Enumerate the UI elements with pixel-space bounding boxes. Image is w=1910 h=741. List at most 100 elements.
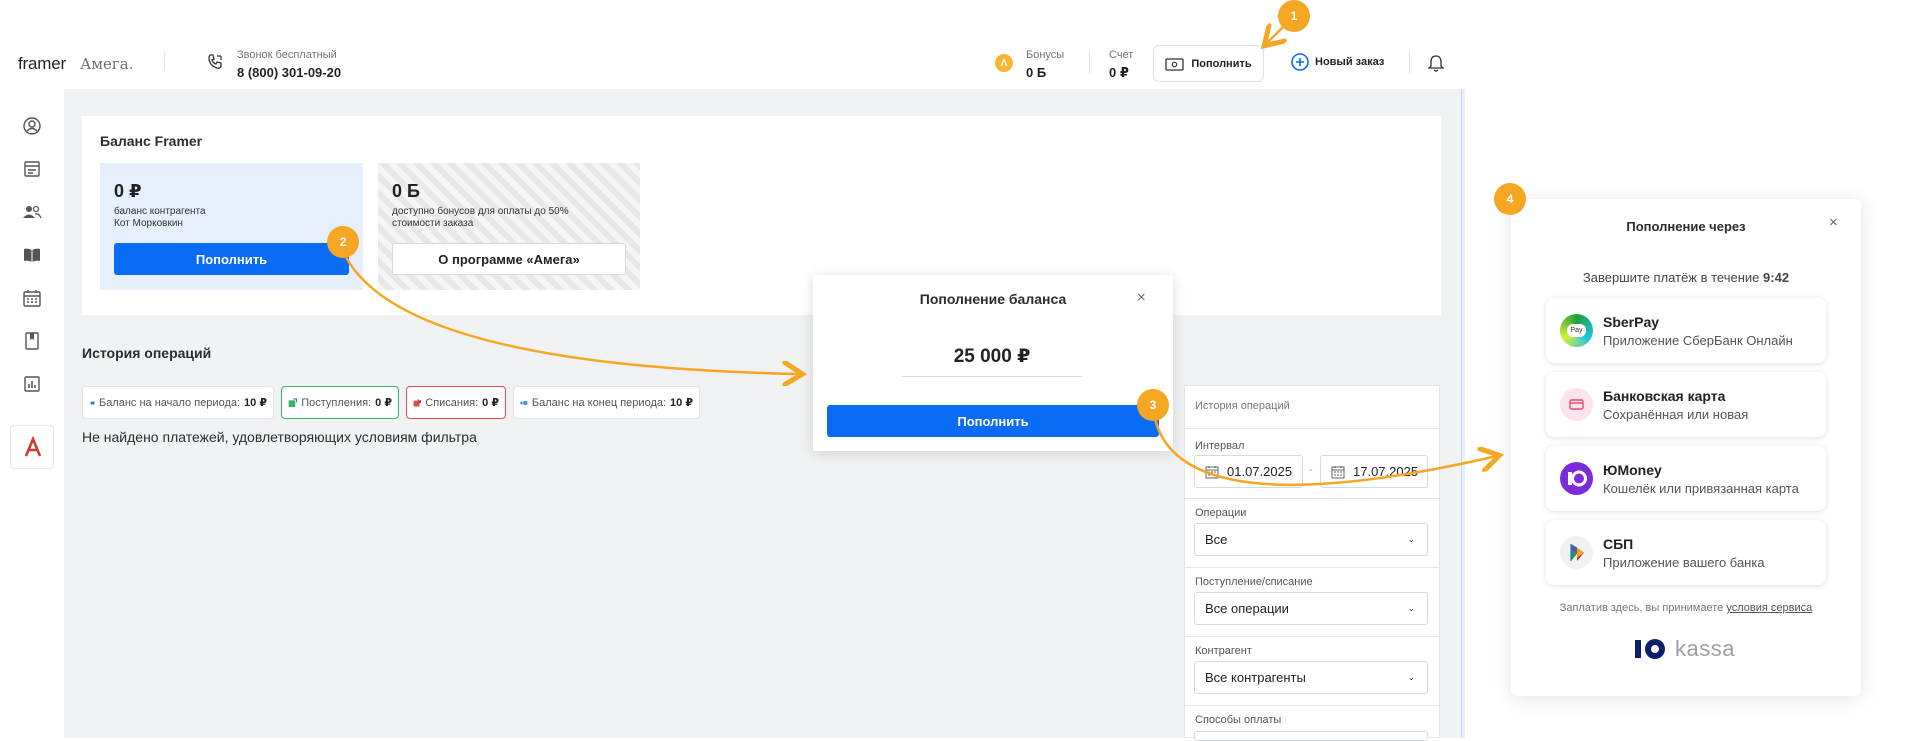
framer-logo[interactable]: framer <box>18 54 66 74</box>
pay-method-sberpay[interactable]: Pay SberPay Приложение СберБанк Онлайн <box>1546 298 1826 363</box>
sberpay-icon: Pay <box>1560 314 1593 347</box>
book-icon[interactable] <box>22 245 42 265</box>
plus-circle-icon <box>1291 53 1309 71</box>
pay-method-title: SberPay <box>1603 314 1660 330</box>
pay-method-yoomoney[interactable]: ЮMoney Кошелёк или привязанная карта <box>1546 446 1826 511</box>
modal-title: Пополнение баланса <box>919 291 1067 307</box>
panel-divider <box>1461 89 1465 738</box>
payment-methods-select[interactable] <box>1194 731 1428 741</box>
calendar-icon <box>1331 466 1345 479</box>
contractor-name: Кот Морковкин <box>114 218 183 229</box>
interval-label: Интервал <box>1195 440 1245 452</box>
bonus-balance-desc: доступно бонусов для оплаты до 50% <box>392 206 569 217</box>
history-title: История операций <box>82 345 212 361</box>
close-icon[interactable]: × <box>1137 289 1146 306</box>
payment-widget: Пополнение через × Завершите платёж в те… <box>1511 199 1861 696</box>
amount-input[interactable]: 25 000 ₽ <box>902 342 1082 377</box>
close-icon[interactable]: × <box>1829 214 1838 231</box>
timer-value: 9:42 <box>1763 270 1790 285</box>
pay-method-title: СБП <box>1603 536 1634 552</box>
contractor-topup-button[interactable]: Пополнить <box>114 243 349 275</box>
payment-timer: Завершите платёж в течение 9:42 <box>1511 270 1861 285</box>
pay-method-sbp[interactable]: СБП Приложение вашего банка <box>1546 520 1826 585</box>
kassa-wordmark: kassa <box>1675 636 1735 661</box>
header-divider <box>1409 52 1410 74</box>
header-topup-label: Пополнить <box>1191 57 1252 70</box>
operations-select[interactable]: Все ⌄ <box>1194 523 1428 556</box>
new-order-label: Новый заказ <box>1315 56 1385 68</box>
arrow-out-icon <box>520 400 528 405</box>
chip-expense-value: 0 ₽ <box>482 397 499 409</box>
payment-widget-title: Пополнение через <box>1626 219 1746 234</box>
yookassa-logo-icon <box>1635 639 1665 659</box>
chip-start-balance: Баланс на начало периода: 10 ₽ <box>82 386 274 419</box>
filter-separator <box>1184 498 1440 499</box>
operations-label: Операции <box>1195 507 1247 519</box>
modal-topup-button[interactable]: Пополнить <box>827 405 1159 437</box>
chip-income-value: 0 ₽ <box>375 397 392 409</box>
user-circle-icon[interactable] <box>22 116 42 136</box>
account-label: Счет <box>1109 49 1134 61</box>
flow-value: Все операции <box>1205 601 1289 616</box>
arrow-in-icon <box>89 401 95 404</box>
bell-icon[interactable] <box>1428 54 1444 72</box>
top-header: framer Амега. Звонок бесплатный 8 (800) … <box>0 0 1468 89</box>
filter-panel-title: История операций <box>1195 400 1290 412</box>
date-from-input[interactable]: 01.07.2025 <box>1194 455 1303 488</box>
annotation-badge-3: 3 <box>1137 389 1169 421</box>
phone-number[interactable]: 8 (800) 301-09-20 <box>237 65 341 80</box>
bookmark-icon[interactable] <box>22 331 42 351</box>
chip-end-value: 10 ₽ <box>670 397 693 409</box>
amega-logo-icon[interactable] <box>10 425 54 469</box>
bonus-balance-desc-2: стоимости заказа <box>392 218 474 229</box>
phone-icon <box>208 54 222 69</box>
terms-prefix: Заплатив здесь, вы принимаете <box>1559 602 1724 614</box>
terms-link[interactable]: условия сервиса <box>1726 602 1812 614</box>
amega-logo[interactable]: Амега. <box>80 55 133 73</box>
empty-message: Не найдено платежей, удовлетворяющих усл… <box>82 429 477 445</box>
date-from-value: 01.07.2025 <box>1227 464 1293 479</box>
annotation-badge-2: 2 <box>327 226 359 258</box>
contractor-balance-amount: 0 ₽ <box>114 181 142 201</box>
document-icon[interactable] <box>22 159 42 179</box>
flow-select[interactable]: Все операции ⌄ <box>1194 592 1428 625</box>
chevron-down-icon: ⌄ <box>1407 672 1415 682</box>
date-to-input[interactable]: 17.07.2025 <box>1320 455 1428 488</box>
chevron-down-icon: ⌄ <box>1407 534 1415 544</box>
chip-start-value: 10 ₽ <box>244 397 267 409</box>
chip-end-balance: Баланс на конец периода: 10 ₽ <box>513 386 700 419</box>
chip-income: Поступления: 0 ₽ <box>281 386 399 419</box>
about-amega-button[interactable]: О программе «Амега» <box>392 243 626 275</box>
filter-separator <box>1184 428 1440 429</box>
pay-method-title: ЮMoney <box>1603 462 1662 478</box>
bonus-label: Бонусы <box>1026 49 1065 61</box>
contractor-balance-desc: баланс контрагента <box>114 206 206 217</box>
flow-label: Поступление/списание <box>1195 576 1313 588</box>
new-order-button[interactable]: Новый заказ <box>1291 53 1384 71</box>
people-icon[interactable] <box>22 202 42 222</box>
bonus-balance-amount: 0 Б <box>392 181 420 201</box>
pay-method-title: Банковская карта <box>1603 388 1726 404</box>
contractor-value: Все контрагенты <box>1205 670 1306 685</box>
annotation-badge-1: 1 <box>1278 0 1310 32</box>
bank-card-icon <box>1560 388 1593 421</box>
expense-icon <box>413 398 422 407</box>
bonus-value: 0 Б <box>1026 65 1047 80</box>
header-topup-button[interactable]: Пополнить <box>1153 45 1264 82</box>
contractor-select[interactable]: Все контрагенты ⌄ <box>1194 661 1428 694</box>
calendar-icon[interactable] <box>22 288 42 308</box>
phone-label: Звонок бесплатный <box>237 49 337 61</box>
chart-icon[interactable] <box>22 374 42 394</box>
filter-separator <box>1184 636 1440 637</box>
annotation-badge-4: 4 <box>1494 183 1526 215</box>
left-sidebar <box>0 89 64 738</box>
pay-method-subtitle: Приложение СберБанк Онлайн <box>1603 333 1793 348</box>
chip-start-label: Баланс на начало периода: <box>98 396 241 409</box>
pay-method-bank-card[interactable]: Банковская карта Сохранённая или новая <box>1546 372 1826 437</box>
date-to-value: 17.07.2025 <box>1353 464 1419 479</box>
chevron-down-icon: ⌄ <box>1407 603 1415 613</box>
bonus-icon: Λ <box>995 54 1013 72</box>
yoomoney-icon <box>1560 462 1593 495</box>
pay-method-subtitle: Сохранённая или новая <box>1603 407 1749 422</box>
chip-expense-label: Списания: <box>425 396 479 409</box>
